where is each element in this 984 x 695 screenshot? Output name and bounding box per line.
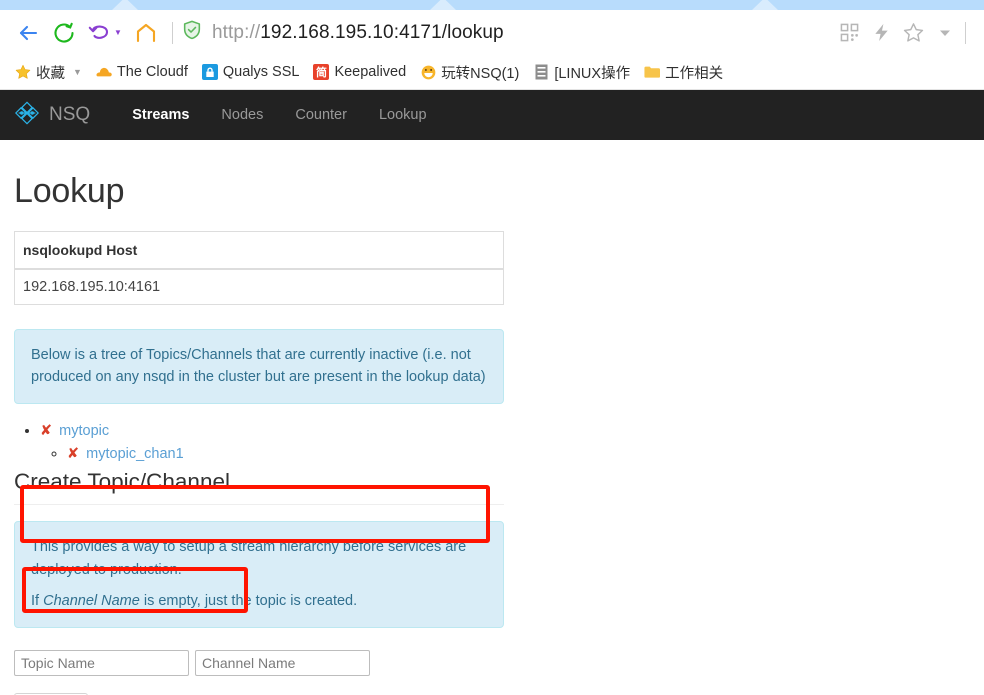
bookmarks-bar: 收藏 ▼ The Cloudf Qualys SSL 简 Keepalived (0, 55, 984, 90)
list-icon (533, 64, 549, 80)
browser-tab-strip (0, 0, 984, 10)
browser-toolbar: ▼ http://192.168.195.10:4171/lookup (0, 10, 984, 55)
nsqlookupd-host-value: 192.168.195.10:4161 (23, 279, 161, 295)
history-button[interactable]: ▼ (82, 15, 128, 51)
bookmark-item-favorites[interactable]: 收藏 ▼ (8, 59, 89, 86)
channel-link-mytopic-chan1[interactable]: mytopic_chan1 (86, 446, 184, 462)
bookmark-item-keepalived[interactable]: 简 Keepalived (306, 61, 413, 83)
bookmark-item-linux[interactable]: [LINUX操作 (526, 59, 637, 86)
nsq-brand-label: NSQ (49, 104, 91, 125)
nsq-navbar: NSQ Streams Nodes Counter Lookup (0, 90, 984, 140)
bookmark-item-work[interactable]: 工作相关 (637, 59, 730, 86)
create-info-line2: If Channel Name is empty, just the topic… (31, 590, 487, 612)
cloud-icon (96, 64, 112, 80)
url-text: http://192.168.195.10:4171/lookup (212, 22, 504, 44)
inactive-topic-tree: ✘ mytopic ✘ mytopic_chan1 (14, 420, 970, 468)
url-scheme: http:// (212, 21, 261, 43)
qr-code-icon[interactable] (833, 17, 865, 49)
nav-link-nodes[interactable]: Nodes (205, 90, 279, 140)
shield-check-icon (181, 19, 203, 46)
bookmark-label: Keepalived (334, 64, 407, 80)
chevron-down-icon: ▼ (114, 28, 122, 37)
create-info-line1: This provides a way to setup a stream hi… (31, 539, 467, 578)
nav-link-counter[interactable]: Counter (279, 90, 363, 140)
url-rest: 192.168.195.10:4171/lookup (260, 21, 504, 43)
table-header-row: nsqlookupd Host (14, 231, 504, 270)
star-bookmark-icon[interactable] (897, 17, 929, 49)
bookmark-label: [LINUX操作 (554, 65, 631, 82)
delete-channel-icon[interactable]: ✘ (67, 446, 79, 462)
tab-notch (112, 0, 138, 10)
tree-item-topic: ✘ mytopic ✘ mytopic_chan1 (40, 420, 970, 468)
create-topic-channel-heading: Create Topic/Channel (14, 469, 504, 506)
nsqlookupd-host-table: nsqlookupd Host 192.168.195.10:4161 (14, 231, 504, 305)
reload-icon (52, 21, 76, 45)
channel-name-input[interactable] (195, 649, 370, 676)
bookmark-item-qualys-ssl[interactable]: Qualys SSL (195, 61, 307, 83)
reload-button[interactable] (46, 15, 82, 51)
folder-icon (644, 64, 661, 80)
topic-link-mytopic[interactable]: mytopic (59, 423, 109, 439)
create-form-row (14, 649, 970, 676)
nav-link-streams[interactable]: Streams (116, 90, 205, 140)
lightning-bolt-icon[interactable] (865, 17, 897, 49)
home-button[interactable] (128, 15, 164, 51)
inactive-topics-alert: Below is a tree of Topics/Channels that … (14, 329, 504, 404)
toolbar-chevron-down-icon[interactable] (929, 17, 961, 49)
chevron-down-icon[interactable]: ▼ (73, 67, 82, 77)
undo-arrow-icon (88, 21, 112, 45)
table-header-nsqlookupd-host: nsqlookupd Host (14, 231, 504, 270)
page-title: Lookup (14, 172, 125, 210)
delete-topic-icon[interactable]: ✘ (40, 423, 52, 439)
smiley-icon (420, 64, 436, 80)
create-info-alert: This provides a way to setup a stream hi… (14, 521, 504, 628)
inactive-topics-alert-text: Below is a tree of Topics/Channels that … (31, 347, 486, 386)
bookmark-label: The Cloudf (116, 64, 188, 80)
bookmark-label: 收藏 (36, 65, 65, 82)
topic-name-input[interactable] (14, 649, 189, 676)
tab-notch (752, 0, 778, 10)
create-info-line2-pre: If (31, 593, 44, 610)
nsq-diamond-logo-icon (14, 100, 40, 131)
bookmark-label: 玩转NSQ(1) (441, 65, 520, 82)
lock-icon (201, 64, 218, 80)
bookmark-item-nsq[interactable]: 玩转NSQ(1) (413, 59, 526, 86)
home-icon (134, 21, 158, 45)
toolbar-right-icons (833, 17, 974, 49)
nav-link-lookup[interactable]: Lookup (363, 90, 443, 140)
jian-icon: 简 (313, 64, 330, 80)
address-bar[interactable]: http://192.168.195.10:4171/lookup (181, 15, 833, 51)
star-folder-icon (15, 64, 31, 80)
tab-notch (430, 0, 456, 10)
back-button[interactable] (10, 15, 46, 51)
bookmark-label: 工作相关 (665, 65, 724, 82)
bookmark-label: Qualys SSL (222, 64, 300, 80)
tree-channel-list: ✘ mytopic_chan1 (40, 443, 970, 467)
create-info-line2-post: is empty, just the topic is created. (139, 593, 358, 610)
toolbar-divider (172, 21, 173, 44)
tree-item-channel: ✘ mytopic_chan1 (67, 443, 970, 467)
page-content: Lookup nsqlookupd Host 192.168.195.10:41… (0, 172, 984, 695)
toolbar-divider-right (965, 21, 966, 44)
bookmark-item-the-cloudf[interactable]: The Cloudf (89, 61, 195, 83)
create-info-line2-emphasis: Channel Name (43, 593, 140, 610)
table-row: 192.168.195.10:4161 (15, 269, 504, 305)
nsq-brand[interactable]: NSQ (14, 100, 116, 131)
back-arrow-icon (16, 21, 40, 45)
